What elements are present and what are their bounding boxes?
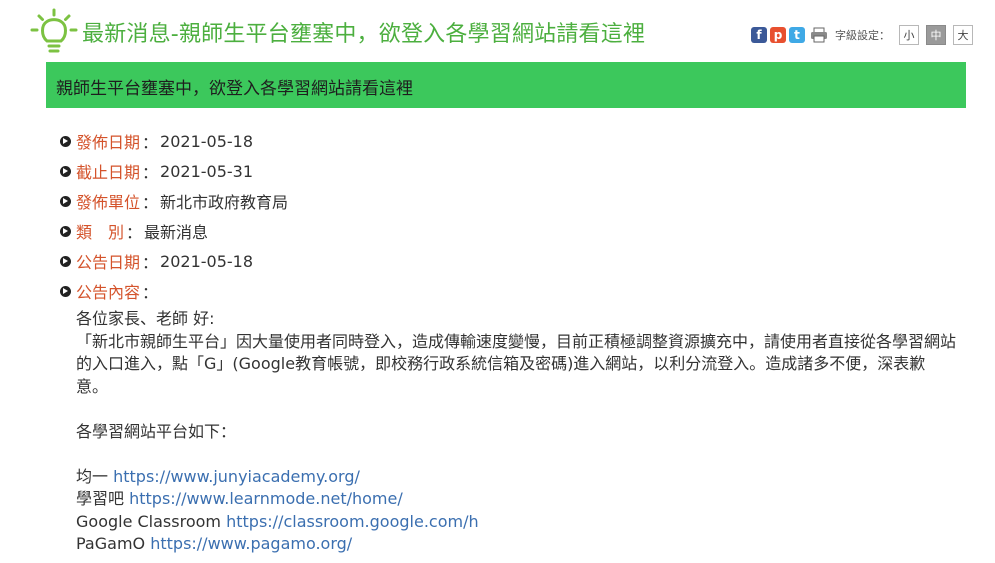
platform-item: PaGamO https://www.pagamo.org/ bbox=[76, 533, 956, 556]
greeting-text: 各位家長、老師 好: bbox=[76, 309, 215, 328]
info-label: 公告內容 bbox=[76, 283, 141, 302]
info-separator: ： bbox=[142, 283, 159, 302]
info-value: 新北市政府教育局 bbox=[160, 193, 289, 212]
info-label: 截止日期 bbox=[76, 163, 141, 182]
platform-item: 學習吧 https://www.learnmode.net/home/ bbox=[76, 488, 956, 511]
article-title: 親師生平台壅塞中，欲登入各學習網站請看這裡 bbox=[56, 79, 413, 99]
article-title-bar: 親師生平台壅塞中，欲登入各學習網站請看這裡 bbox=[46, 62, 966, 108]
info-label: 類 別 bbox=[76, 223, 125, 242]
plurk-icon[interactable]: p bbox=[770, 27, 786, 43]
announcement-content: 各位家長、老師 好: 「新北市親師生平台」因大量使用者同時登入，造成傳輸速度變慢… bbox=[76, 308, 956, 556]
print-icon[interactable] bbox=[810, 27, 828, 43]
info-label: 發佈日期 bbox=[76, 133, 141, 152]
font-size-label: 字級設定： bbox=[835, 29, 890, 42]
info-separator: ： bbox=[126, 223, 143, 242]
info-row-publisher: 發佈單位 ： 新北市政府教育局 bbox=[60, 186, 960, 216]
platform-link-google-classroom[interactable]: https://classroom.google.com/h bbox=[226, 512, 479, 531]
bullet-icon bbox=[60, 195, 71, 207]
info-value: 2021-05-18 bbox=[160, 131, 254, 151]
bullet-icon bbox=[60, 135, 71, 147]
body-text: 「新北市親師生平台」因大量使用者同時登入，造成傳輸速度變慢，目前正積極調整資源擴… bbox=[76, 331, 957, 396]
platform-item: Google Classroom https://classroom.googl… bbox=[76, 511, 956, 534]
platforms-intro: 各學習網站平台如下： bbox=[76, 421, 237, 441]
info-row-end-date: 截止日期 ： 2021-05-31 bbox=[60, 156, 960, 186]
platform-link-pagamo[interactable]: https://www.pagamo.org/ bbox=[150, 534, 352, 553]
font-size-large-button[interactable]: 大 bbox=[953, 25, 973, 45]
bullet-icon bbox=[60, 285, 71, 297]
info-separator: ： bbox=[142, 163, 159, 182]
page-header: 最新消息-親師生平台壅塞中，欲登入各學習網站請看這裡 f p t 字級設定： 小… bbox=[0, 0, 995, 62]
toolbar: f p t 字級設定： 小 中 大 bbox=[751, 24, 973, 46]
platform-item: 均一 https://www.junyiacademy.org/ bbox=[76, 466, 956, 489]
platform-link-learnmode[interactable]: https://www.learnmode.net/home/ bbox=[129, 489, 403, 508]
info-separator: ： bbox=[142, 253, 159, 272]
lightbulb-icon bbox=[30, 8, 78, 53]
info-row-announce-date: 公告日期 ： 2021-05-18 bbox=[60, 246, 960, 276]
page-title: 最新消息-親師生平台壅塞中，欲登入各學習網站請看這裡 bbox=[82, 22, 646, 47]
info-separator: ： bbox=[142, 133, 159, 152]
info-value: 最新消息 bbox=[144, 223, 209, 242]
info-label: 發佈單位 bbox=[76, 193, 141, 212]
platform-name: Google Classroom bbox=[76, 511, 221, 531]
info-label: 公告日期 bbox=[76, 253, 141, 272]
platform-name: PaGamO bbox=[76, 534, 146, 553]
platform-name: 學習吧 bbox=[76, 489, 125, 508]
facebook-icon[interactable]: f bbox=[751, 27, 767, 43]
info-value: 2021-05-31 bbox=[160, 161, 254, 181]
info-value: 2021-05-18 bbox=[160, 251, 254, 271]
info-separator: ： bbox=[142, 193, 159, 212]
font-size-small-button[interactable]: 小 bbox=[899, 25, 919, 45]
platform-name: 均一 bbox=[76, 466, 109, 486]
font-size-medium-button[interactable]: 中 bbox=[926, 25, 946, 45]
twitter-icon[interactable]: t bbox=[789, 27, 805, 43]
platform-link-junyi[interactable]: https://www.junyiacademy.org/ bbox=[113, 467, 360, 486]
bullet-icon bbox=[60, 165, 71, 177]
article-info-list: 發佈日期 ： 2021-05-18 截止日期 ： 2021-05-31 發佈單位… bbox=[60, 126, 960, 306]
bullet-icon bbox=[60, 255, 71, 267]
info-row-publish-date: 發佈日期 ： 2021-05-18 bbox=[60, 126, 960, 156]
info-row-content: 公告內容 ： bbox=[60, 276, 960, 306]
bullet-icon bbox=[60, 225, 71, 237]
info-row-category: 類 別 ： 最新消息 bbox=[60, 216, 960, 246]
